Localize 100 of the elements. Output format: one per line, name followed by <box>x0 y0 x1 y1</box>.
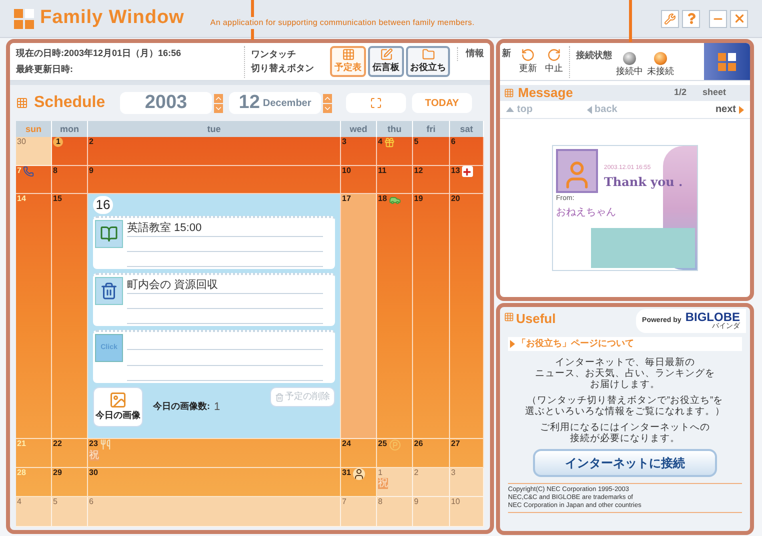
trash-bin-icon <box>95 277 123 305</box>
calendar-cell[interactable]: 13 <box>450 166 484 194</box>
app-logo-icon <box>718 52 736 70</box>
connect-internet-button[interactable]: インターネットに接続 <box>533 449 717 477</box>
view-switch-button[interactable]: 伝言板 <box>368 46 404 77</box>
year-field[interactable]: 2003 <box>120 92 212 114</box>
weekday-header: wed <box>341 121 377 137</box>
phone-icon <box>23 166 34 177</box>
day-number: 17 <box>342 194 351 204</box>
calendar-cell[interactable]: 2 <box>413 468 450 497</box>
day-number: 31 <box>342 468 351 478</box>
calendar-cell[interactable]: 7 <box>16 166 52 194</box>
calendar-cell[interactable]: 1 祝 <box>377 468 413 497</box>
day-number: 30 <box>89 468 98 478</box>
schedule-title: Schedule <box>34 93 106 113</box>
calendar-cell[interactable]: 4 <box>377 137 413 166</box>
stop-button[interactable]: 中止 <box>545 48 563 76</box>
day-number: 9 <box>414 497 418 507</box>
calendar-cell[interactable]: 5 <box>413 137 450 166</box>
left-triangle-icon <box>586 106 592 114</box>
calendar-cell[interactable]: 3 <box>450 468 484 497</box>
trash-icon <box>275 392 284 402</box>
person-icon <box>352 468 365 480</box>
day-number: 15 <box>53 194 62 204</box>
month-name: December <box>262 96 312 110</box>
holiday-badge: 祝 <box>378 478 388 489</box>
minimize-button[interactable] <box>709 10 727 28</box>
weekday-header: sat <box>450 121 484 137</box>
up-triangle-icon <box>506 107 514 112</box>
message-title: Message <box>518 84 573 102</box>
calendar-cell[interactable]: 3 <box>341 137 377 166</box>
day-number: 18 <box>378 194 387 204</box>
day-number: 7 <box>342 497 346 507</box>
schedule-entry-card[interactable]: 英語教室 15:00 <box>93 216 335 269</box>
calendar-cell[interactable]: 11 <box>377 166 413 194</box>
image-count: 1 <box>214 400 220 415</box>
calendar-cell[interactable]: 8 <box>377 497 413 527</box>
calendar-cell[interactable]: 24 <box>341 439 377 468</box>
calendar-cell[interactable]: 6 <box>88 497 341 527</box>
month-number: 12 <box>238 90 260 115</box>
day-number: 28 <box>17 468 26 478</box>
month-field[interactable]: 12 December <box>229 92 321 114</box>
day-number: 5 <box>414 137 418 147</box>
day-number: 6 <box>451 137 456 147</box>
calendar-cell[interactable]: 17 <box>341 194 377 439</box>
calendar-cell[interactable]: 14 <box>16 194 52 439</box>
calendar-cell[interactable]: 12 <box>413 166 450 194</box>
schedule-entry-card[interactable]: 町内会の 資源回収 <box>93 273 335 326</box>
day-number: 22 <box>53 439 62 449</box>
calendar-cell[interactable]: 18 <box>377 194 413 439</box>
close-button[interactable] <box>730 10 748 28</box>
day-number: 26 <box>414 439 423 449</box>
day-number: 5 <box>53 497 58 507</box>
help-button[interactable] <box>682 10 700 28</box>
day-number: 16 <box>93 196 113 214</box>
calendar-cell[interactable]: 5 <box>52 497 88 527</box>
calendar-cell[interactable]: 4 <box>16 497 52 527</box>
update-label-tail: 新 <box>502 47 511 60</box>
day-number: 19 <box>414 194 423 204</box>
calendar-cell[interactable]: 19 <box>413 194 450 439</box>
calendar-cell[interactable]: 20 <box>450 194 484 439</box>
page-unit: sheet <box>702 86 726 100</box>
calendar-cell[interactable]: 30 <box>16 137 52 166</box>
close-icon <box>732 12 746 25</box>
day-number: 3 <box>451 468 456 478</box>
day-number: 14 <box>17 194 26 204</box>
calendar-cell[interactable]: 1 <box>52 137 88 166</box>
day-number: 8 <box>53 166 58 176</box>
calendar-cell[interactable]: 8 <box>52 166 88 194</box>
reload-icon <box>547 48 561 62</box>
grid-icon <box>504 88 514 98</box>
window-title: Family Window <box>40 6 184 30</box>
settings-button[interactable] <box>661 10 679 28</box>
day-number: 29 <box>53 468 62 478</box>
image-count-label: 今日の画像数: <box>153 400 210 414</box>
calendar-cell[interactable]: 9 <box>413 497 450 527</box>
day-number: 12 <box>414 166 423 176</box>
todays-image-button[interactable]: 今日の画像 <box>93 387 143 427</box>
message-nav-link[interactable]: next <box>715 102 744 117</box>
year-down-arrow-icon[interactable] <box>214 104 223 112</box>
year-up-arrow-icon[interactable] <box>214 94 223 102</box>
calendar-cell[interactable]: 23 祝 <box>88 439 341 468</box>
section-heading: 「お役立ち」ページについて <box>517 337 634 350</box>
month-down-arrow-icon[interactable] <box>323 104 332 112</box>
picture-icon <box>109 391 127 410</box>
weekday-header: fri <box>413 121 450 137</box>
current-datetime: 現在の日時:2003年12月01日（月）16:56 <box>16 46 182 60</box>
status-lamp-label: 未接続 <box>647 64 674 78</box>
calendar-cell[interactable]: 2 <box>88 137 341 166</box>
refresh-button[interactable]: 更新 <box>519 48 537 76</box>
calendar-cell[interactable]: 10 <box>450 497 484 527</box>
switch-label: 切り替えボタン <box>251 62 315 75</box>
calendar-cell[interactable]: 7 <box>341 497 377 527</box>
window-subtitle: An application for supporting communication between family members. <box>210 16 474 28</box>
expand-button[interactable] <box>346 93 406 113</box>
month-up-arrow-icon[interactable] <box>323 94 332 102</box>
day-number: 1 <box>378 468 382 478</box>
day-number: 1 <box>53 137 64 147</box>
calendar-cell[interactable]: 22 <box>52 439 88 468</box>
view-switch-button[interactable]: お役立ち <box>406 46 450 77</box>
